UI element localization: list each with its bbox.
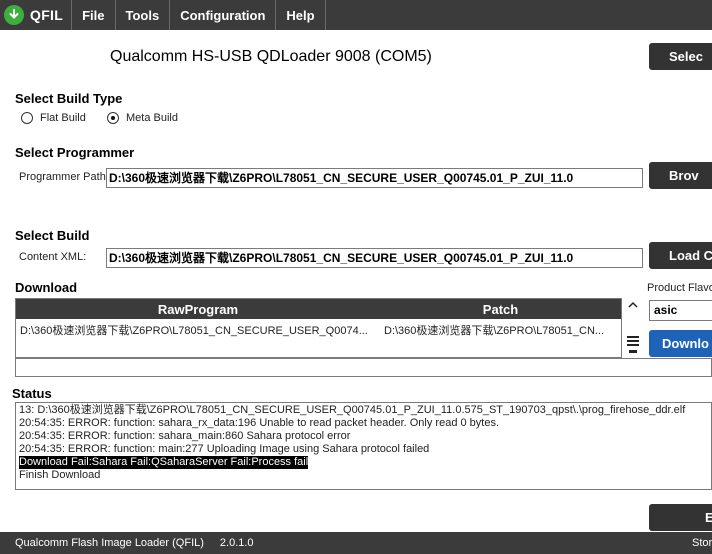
select-build-heading: Select Build: [15, 228, 90, 243]
status-log[interactable]: 13: D:\360极速浏览器下载\Z6PRO\L78051_CN_SECURE…: [15, 402, 712, 490]
status-line: 20:54:35: ERROR: function: main:277 Uplo…: [19, 443, 430, 455]
list-menu-icon[interactable]: [627, 333, 639, 346]
table-header: RawProgram Patch: [16, 299, 621, 319]
status-line: Finish Download: [19, 469, 101, 481]
status-bar: Qualcomm Flash Image Loader (QFIL) 2.0.1…: [0, 532, 712, 554]
load-content-button[interactable]: Load C: [649, 242, 712, 269]
download-info-bar: [15, 358, 712, 377]
scroll-handle-icon[interactable]: [629, 350, 637, 353]
meta-build-label: Meta Build: [126, 112, 178, 124]
status-line: 13: D:\360极速浏览器下载\Z6PRO\L78051_CN_SECURE…: [19, 404, 686, 416]
build-type-heading: Select Build Type: [15, 91, 123, 106]
radio-button-checked[interactable]: [107, 112, 119, 124]
footer-storage-label: Stor: [692, 537, 712, 549]
browse-button[interactable]: Brov: [649, 162, 712, 189]
download-table: RawProgram Patch D:\360极速浏览器下载\Z6PRO\L78…: [15, 298, 622, 358]
scroll-up-icon[interactable]: [628, 297, 638, 308]
download-heading: Download: [15, 280, 78, 295]
menu-tools[interactable]: Tools: [114, 0, 170, 30]
menu-configuration[interactable]: Configuration: [169, 0, 275, 30]
menu-file[interactable]: File: [71, 0, 114, 30]
exit-button[interactable]: E: [649, 504, 712, 531]
select-port-button[interactable]: Selec: [649, 43, 712, 70]
product-flavor-label: Product Flavo: [647, 282, 712, 294]
download-arrow-icon: [4, 5, 24, 25]
content-xml-label: Content XML:: [19, 251, 87, 263]
menu-help[interactable]: Help: [275, 0, 326, 30]
content-xml-input[interactable]: D:\360极速浏览器下载\Z6PRO\L78051_CN_SECURE_USE…: [106, 248, 643, 268]
port-label: Qualcomm HS-USB QDLoader 9008 (COM5): [110, 48, 432, 65]
programmer-heading: Select Programmer: [15, 145, 135, 160]
status-line: 20:54:35: ERROR: function: sahara_main:8…: [19, 430, 351, 442]
programmer-path-label: Programmer Path: [19, 171, 106, 183]
programmer-path-input[interactable]: D:\360极速浏览器下载\Z6PRO\L78051_CN_SECURE_USE…: [106, 168, 643, 188]
product-flavor-select[interactable]: asic: [649, 300, 712, 321]
status-line-selected: Download Fail:Sahara Fail:QSaharaServer …: [19, 456, 309, 469]
radio-button-unchecked[interactable]: [21, 112, 33, 124]
flat-build-label: Flat Build: [40, 112, 86, 124]
download-button[interactable]: Downlo: [649, 330, 712, 357]
column-header-rawprogram[interactable]: RawProgram: [16, 299, 380, 319]
status-line: 20:54:35: ERROR: function: sahara_rx_dat…: [19, 417, 500, 429]
status-heading: Status: [12, 386, 52, 401]
flat-build-radio[interactable]: Flat Build: [21, 112, 86, 124]
column-header-patch[interactable]: Patch: [380, 299, 621, 319]
app-logo: QFIL: [0, 0, 71, 30]
patch-cell: D:\360极速浏览器下载\Z6PRO\L78051_CN...: [384, 325, 605, 337]
app-name: QFIL: [30, 7, 64, 23]
meta-build-radio[interactable]: Meta Build: [107, 112, 178, 124]
footer-app-name: Qualcomm Flash Image Loader (QFIL): [15, 537, 204, 549]
footer-version: 2.0.1.0: [219, 537, 254, 549]
table-row[interactable]: D:\360极速浏览器下载\Z6PRO\L78051_CN_SECURE_USE…: [16, 319, 621, 341]
rawprogram-cell: D:\360极速浏览器下载\Z6PRO\L78051_CN_SECURE_USE…: [20, 325, 368, 337]
menu-bar: QFIL File Tools Configuration Help: [0, 0, 712, 30]
